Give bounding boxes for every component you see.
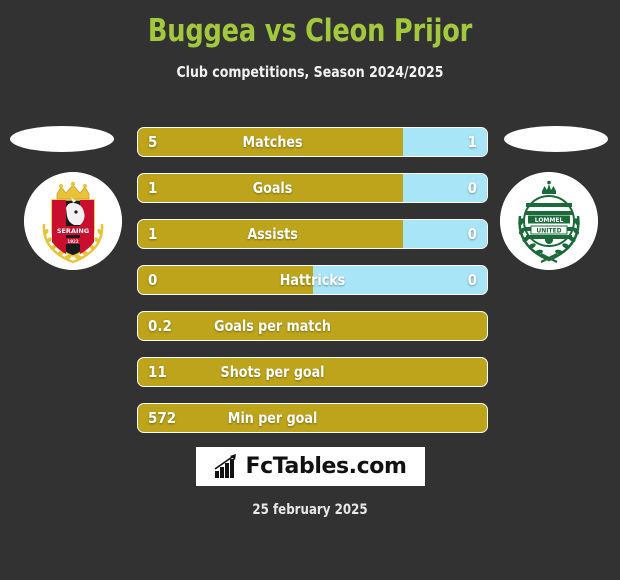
stat-row-min-per-goal: 572 Min per goal (137, 403, 488, 433)
stat-row-matches: 5 Matches 1 (137, 127, 488, 157)
page-subtitle: Club competitions, Season 2024/2025 (176, 63, 444, 81)
lommel-united-crest-icon: LOMMEL UNITED (500, 172, 598, 270)
away-value: 0 (467, 179, 477, 197)
away-team-crest: LOMMEL UNITED (500, 172, 598, 270)
away-value: 0 (467, 225, 477, 243)
stat-row-assists: 1 Assists 0 (137, 219, 488, 249)
away-bar-fill (312, 266, 487, 294)
seraing-crest-icon: SERAING 1922 (24, 172, 122, 270)
fctables-brand-text: FcTables.com (245, 454, 407, 479)
svg-text:UNITED: UNITED (536, 227, 561, 234)
stat-row-hattricks: 0 Hattricks 0 (137, 265, 488, 295)
stat-label: Goals per match (214, 317, 331, 335)
decorative-ellipse-left (10, 126, 114, 152)
stat-row-shots-per-goal: 11 Shots per goal (137, 357, 488, 387)
svg-text:1922: 1922 (67, 239, 78, 244)
stat-label: Min per goal (227, 409, 318, 427)
decorative-ellipse-right (504, 126, 608, 152)
fctables-logo[interactable]: FcTables.com (196, 447, 425, 486)
home-value: 11 (148, 363, 167, 381)
match-date: 25 february 2025 (252, 502, 368, 518)
stat-row-goals: 1 Goals 0 (137, 173, 488, 203)
svg-text:SERAING: SERAING (57, 227, 89, 235)
header: Buggea vs Cleon Prijor Club competitions… (0, 0, 620, 82)
home-value: 1 (148, 225, 158, 243)
stats-bar-list: 5 Matches 1 1 Goals 0 1 Assists 0 0 Hatt… (137, 127, 488, 449)
home-value: 5 (148, 133, 158, 151)
home-value: 572 (148, 409, 177, 427)
away-value: 1 (467, 133, 477, 151)
svg-text:LOMMEL: LOMMEL (535, 217, 564, 224)
bar-chart-icon (215, 454, 237, 478)
stat-label: Shots per goal (220, 363, 325, 381)
home-value: 0.2 (148, 317, 172, 335)
home-value: 0 (148, 271, 158, 289)
away-value: 0 (467, 271, 477, 289)
home-team-crest: SERAING 1922 (24, 172, 122, 270)
page-title: Buggea vs Cleon Prijor (147, 13, 473, 49)
home-value: 1 (148, 179, 158, 197)
stat-row-goals-per-match: 0.2 Goals per match (137, 311, 488, 341)
